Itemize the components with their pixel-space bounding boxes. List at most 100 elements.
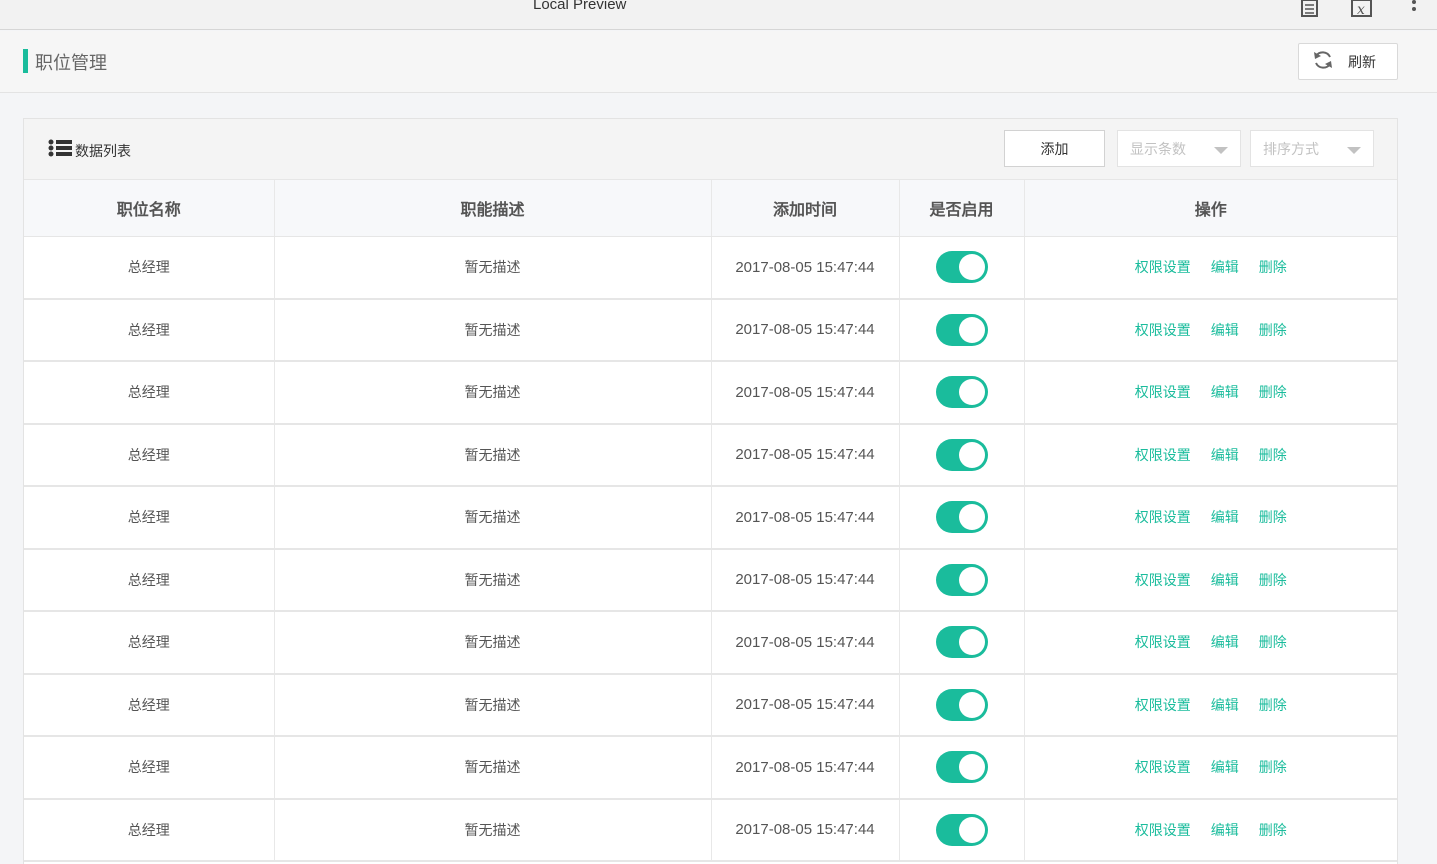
page-title: 职位管理: [35, 53, 107, 74]
permission-settings-link[interactable]: 权限设置: [1135, 760, 1191, 776]
table-row: 总经理 暂无描述 2017-08-05 15:47:44 权限设置 编辑 删除: [24, 423, 1397, 487]
panel-header: 数据列表 添加 显示条数 排序方式: [24, 119, 1397, 180]
position-name: 总经理: [24, 611, 275, 675]
chevron-down-icon: [1214, 147, 1228, 154]
chevron-down-icon: [1347, 147, 1361, 154]
actions-cell: 权限设置 编辑 删除: [1024, 423, 1397, 487]
document-icon[interactable]: [1300, 0, 1320, 22]
edit-link[interactable]: 编辑: [1211, 823, 1239, 839]
delete-link[interactable]: 删除: [1259, 385, 1287, 401]
enabled-toggle[interactable]: [935, 563, 988, 596]
preview-bar: Local Preview x: [0, 0, 1437, 30]
toggle-knob: [958, 629, 985, 656]
enabled-cell: [899, 611, 1025, 675]
add-button[interactable]: 添加: [1004, 130, 1105, 167]
position-name: 总经理: [24, 298, 275, 362]
enabled-cell: [899, 736, 1025, 800]
position-name: 总经理: [24, 361, 275, 425]
permission-settings-link[interactable]: 权限设置: [1135, 698, 1191, 714]
enabled-toggle[interactable]: [935, 438, 988, 471]
permission-settings-link[interactable]: 权限设置: [1135, 823, 1191, 839]
edit-link[interactable]: 编辑: [1211, 323, 1239, 339]
toggle-knob: [958, 379, 985, 406]
enabled-toggle[interactable]: [935, 376, 988, 409]
delete-link[interactable]: 删除: [1259, 573, 1287, 589]
enabled-toggle[interactable]: [935, 251, 988, 283]
permission-settings-link[interactable]: 权限设置: [1135, 448, 1191, 464]
permission-settings-link[interactable]: 权限设置: [1135, 385, 1191, 401]
added-time: 2017-08-05 15:47:44: [711, 423, 900, 487]
panel-title: 数据列表: [75, 144, 131, 160]
data-panel: 数据列表 添加 显示条数 排序方式 职位名称 职能描述 添加时间 是否启用 操作: [23, 118, 1398, 864]
delete-link[interactable]: 删除: [1259, 698, 1287, 714]
position-desc: 暂无描述: [274, 361, 712, 425]
sort-placeholder: 排序方式: [1263, 141, 1319, 158]
position-name: 总经理: [24, 423, 275, 487]
actions-cell: 权限设置 编辑 删除: [1024, 548, 1397, 612]
edit-link[interactable]: 编辑: [1211, 448, 1239, 464]
position-desc: 暂无描述: [274, 298, 712, 362]
actions-cell: 权限设置 编辑 删除: [1024, 298, 1397, 362]
delete-link[interactable]: 删除: [1259, 260, 1287, 276]
added-time: 2017-08-05 15:47:44: [711, 236, 900, 300]
actions-cell: 权限设置 编辑 删除: [1024, 736, 1397, 800]
edit-link[interactable]: 编辑: [1211, 385, 1239, 401]
formula-icon[interactable]: x: [1351, 0, 1373, 22]
enabled-cell: [899, 423, 1025, 487]
column-header-actions: 操作: [1024, 180, 1397, 237]
toggle-knob: [958, 691, 985, 718]
position-desc: 暂无描述: [274, 548, 712, 612]
enabled-toggle[interactable]: [935, 751, 988, 784]
enabled-toggle[interactable]: [935, 813, 988, 846]
table-row: 总经理 暂无描述 2017-08-05 15:47:44 权限设置 编辑 删除: [24, 236, 1397, 300]
delete-link[interactable]: 删除: [1259, 823, 1287, 839]
column-header-time: 添加时间: [711, 180, 900, 237]
enabled-cell: [899, 548, 1025, 612]
position-name: 总经理: [24, 548, 275, 612]
added-time: 2017-08-05 15:47:44: [711, 548, 900, 612]
table-row: 总经理 暂无描述 2017-08-05 15:47:44 权限设置 编辑 删除: [24, 736, 1397, 800]
delete-link[interactable]: 删除: [1259, 510, 1287, 526]
sort-select[interactable]: 排序方式: [1250, 130, 1374, 167]
delete-link[interactable]: 删除: [1259, 448, 1287, 464]
more-vertical-icon[interactable]: [1410, 0, 1418, 20]
permission-settings-link[interactable]: 权限设置: [1135, 635, 1191, 651]
table-row: 总经理 暂无描述 2017-08-05 15:47:44 权限设置 编辑 删除: [24, 486, 1397, 550]
edit-link[interactable]: 编辑: [1211, 760, 1239, 776]
added-time: 2017-08-05 15:47:44: [711, 361, 900, 425]
position-name: 总经理: [24, 236, 275, 300]
table-row: 总经理 暂无描述 2017-08-05 15:47:44 权限设置 编辑 删除: [24, 548, 1397, 612]
added-time: 2017-08-05 15:47:44: [711, 486, 900, 550]
table-row: 总经理 暂无描述 2017-08-05 15:47:44 权限设置 编辑 删除: [24, 673, 1397, 737]
enabled-toggle[interactable]: [935, 626, 988, 659]
enabled-toggle[interactable]: [935, 313, 988, 346]
actions-cell: 权限设置 编辑 删除: [1024, 486, 1397, 550]
permission-settings-link[interactable]: 权限设置: [1135, 573, 1191, 589]
actions-cell: 权限设置 编辑 删除: [1024, 361, 1397, 425]
enabled-cell: [899, 361, 1025, 425]
position-name: 总经理: [24, 673, 275, 737]
edit-link[interactable]: 编辑: [1211, 635, 1239, 651]
table-body: 总经理 暂无描述 2017-08-05 15:47:44 权限设置 编辑 删除 总经理 暂无描…: [24, 236, 1397, 862]
enabled-cell: [899, 673, 1025, 737]
edit-link[interactable]: 编辑: [1211, 573, 1239, 589]
svg-text:x: x: [1357, 2, 1365, 18]
edit-link[interactable]: 编辑: [1211, 698, 1239, 714]
delete-link[interactable]: 删除: [1259, 635, 1287, 651]
permission-settings-link[interactable]: 权限设置: [1135, 510, 1191, 526]
table-row: 总经理 暂无描述 2017-08-05 15:47:44 权限设置 编辑 删除: [24, 798, 1397, 862]
display-count-select[interactable]: 显示条数: [1117, 130, 1241, 167]
refresh-button[interactable]: 刷新: [1298, 43, 1398, 80]
permission-settings-link[interactable]: 权限设置: [1135, 260, 1191, 276]
position-desc: 暂无描述: [274, 423, 712, 487]
edit-link[interactable]: 编辑: [1211, 510, 1239, 526]
permission-settings-link[interactable]: 权限设置: [1135, 323, 1191, 339]
edit-link[interactable]: 编辑: [1211, 260, 1239, 276]
added-time: 2017-08-05 15:47:44: [711, 673, 900, 737]
enabled-toggle[interactable]: [935, 688, 988, 721]
table-header-row: 职位名称 职能描述 添加时间 是否启用 操作: [24, 180, 1397, 237]
delete-link[interactable]: 删除: [1259, 760, 1287, 776]
toggle-knob: [958, 566, 985, 593]
delete-link[interactable]: 删除: [1259, 323, 1287, 339]
enabled-toggle[interactable]: [935, 501, 988, 534]
